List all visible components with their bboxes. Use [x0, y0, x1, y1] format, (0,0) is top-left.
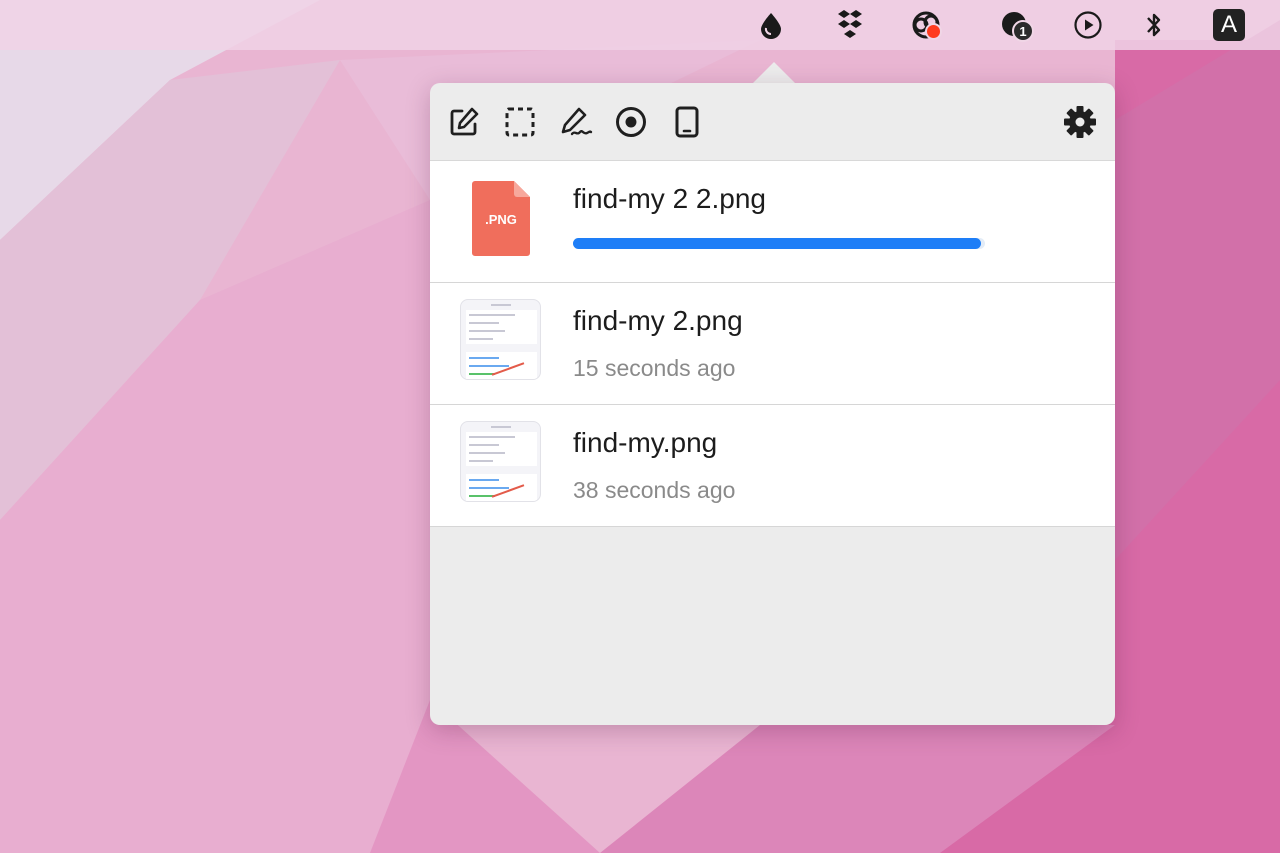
upload-filename: find-my 2 2.png [573, 183, 766, 214]
device-frame-icon [674, 106, 700, 143]
play-circle-icon[interactable] [1068, 6, 1108, 44]
settings-button[interactable] [1060, 104, 1100, 144]
signature-button[interactable] [556, 104, 596, 144]
gear-icon [1063, 105, 1097, 144]
bluetooth-icon[interactable] [1134, 6, 1174, 44]
screen-recorder-icon[interactable] [906, 6, 946, 44]
annotate-button[interactable] [444, 104, 484, 144]
screenshot-thumbnail [460, 421, 541, 502]
upload-item[interactable]: find-my.png 38 seconds ago [430, 405, 1115, 527]
popover-arrow [752, 62, 796, 84]
drop-icon[interactable] [751, 6, 791, 44]
upload-item[interactable]: .PNG find-my 2 2.png [430, 161, 1115, 283]
area-capture-icon [504, 106, 536, 143]
input-source-label: A [1213, 9, 1245, 41]
upload-progress-bar [573, 238, 985, 249]
upload-progress-fill [573, 238, 981, 249]
area-capture-button[interactable] [500, 104, 540, 144]
png-file-icon: .PNG [472, 181, 530, 256]
record-button[interactable] [611, 104, 651, 144]
screenshot-thumbnail [460, 299, 541, 380]
upload-filename: find-my.png [573, 427, 718, 458]
upload-time: 38 seconds ago [573, 477, 736, 503]
upload-popover: .PNG find-my 2 2.png find-my 2.png 15 se… [430, 83, 1115, 725]
upload-item[interactable]: find-my 2.png 15 seconds ago [430, 283, 1115, 405]
input-source-icon[interactable]: A [1209, 6, 1249, 44]
recording-indicator [925, 23, 942, 40]
device-frame-button[interactable] [667, 104, 707, 144]
file-type-badge: .PNG [485, 212, 517, 227]
messages-icon[interactable]: 1 [996, 6, 1036, 44]
signature-icon [559, 106, 593, 143]
menu-bar: 1 A [0, 0, 1280, 50]
upload-filename: find-my 2.png [573, 305, 743, 336]
annotate-icon [448, 106, 480, 143]
dropbox-icon[interactable] [830, 6, 870, 44]
popover-toolbar [430, 83, 1115, 161]
upload-list: .PNG find-my 2 2.png find-my 2.png 15 se… [430, 161, 1115, 527]
messages-badge: 1 [1012, 20, 1034, 42]
upload-time: 15 seconds ago [573, 355, 736, 381]
record-icon [615, 106, 647, 143]
